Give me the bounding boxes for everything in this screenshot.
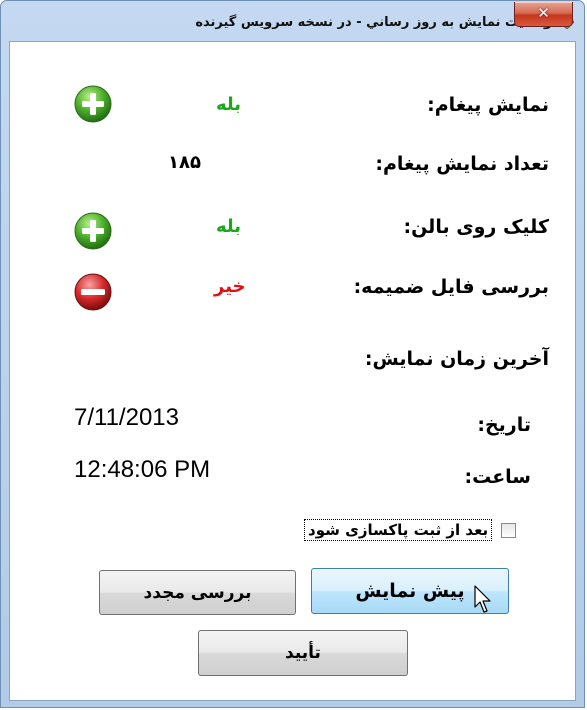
minus-icon: [74, 273, 112, 311]
attachment-check-value: خیر: [214, 276, 246, 297]
message-count-value: ۱۸۵: [168, 152, 201, 173]
dialog-window: وضعيت نمايش به روز رساني - در نسخه سرويس…: [0, 0, 585, 708]
last-display-heading: آخرین زمان نمایش:: [364, 348, 549, 370]
cleanup-checkbox-label[interactable]: بعد از ثبت پاکسازی شود: [304, 519, 493, 541]
balloon-click-value: بله: [216, 216, 242, 237]
message-count-label: تعداد نمایش پیغام:: [375, 153, 549, 175]
plus-icon: [74, 85, 112, 123]
title-bar[interactable]: وضعيت نمايش به روز رساني - در نسخه سرويس…: [1, 1, 584, 41]
balloon-click-label: کلیک روی بالن:: [403, 216, 549, 238]
cleanup-checkbox[interactable]: [501, 523, 517, 538]
close-button[interactable]: ✕: [514, 2, 573, 27]
time-value: 12:48:06 PM: [74, 456, 211, 483]
attachment-check-label: بررسی فایل ضمیمه:: [353, 276, 549, 298]
recheck-button[interactable]: بررسی مجدد: [99, 570, 296, 615]
close-icon: ✕: [537, 4, 550, 22]
mouse-pointer-icon: [474, 585, 491, 613]
confirm-button[interactable]: تأیید: [198, 630, 408, 676]
show-message-value: بله: [216, 94, 242, 115]
window-title: وضعيت نمايش به روز رساني - در نسخه سرويس…: [195, 15, 552, 30]
plus-icon: [74, 212, 112, 250]
date-value: 7/11/2013: [74, 404, 179, 431]
show-message-label: نمایش پیغام:: [427, 94, 549, 116]
date-label: تاریخ:: [477, 414, 531, 436]
cleanup-checkbox-row[interactable]: بعد از ثبت پاکسازی شود: [304, 519, 517, 541]
time-label: ساعت:: [464, 466, 531, 488]
